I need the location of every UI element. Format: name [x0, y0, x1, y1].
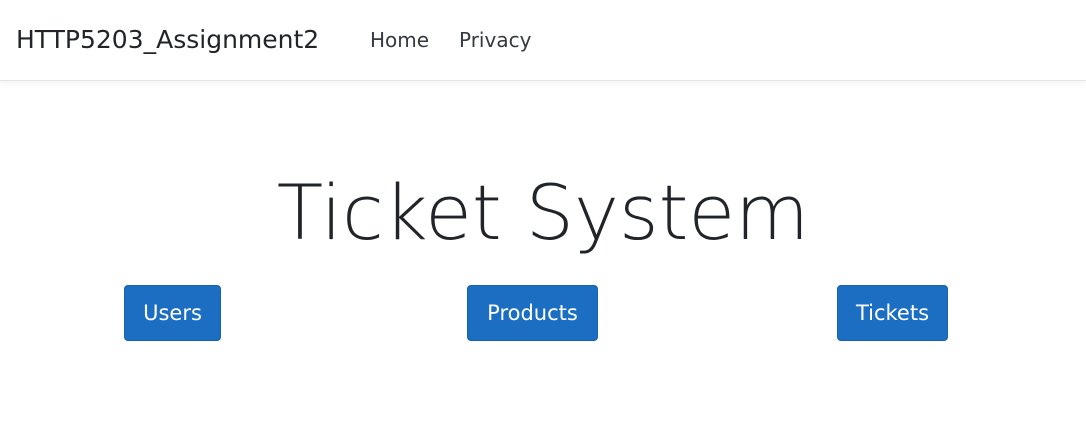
page-title: Ticket System — [276, 167, 810, 257]
nav-privacy-link[interactable]: Privacy — [459, 26, 531, 54]
brand-link[interactable]: HTTP5203_Assignment2 — [16, 22, 319, 58]
tickets-button[interactable]: Tickets — [837, 285, 948, 341]
navbar: HTTP5203_Assignment2 Home Privacy — [0, 0, 1086, 81]
nav-home-link[interactable]: Home — [370, 26, 429, 54]
products-button[interactable]: Products — [467, 285, 598, 341]
users-button[interactable]: Users — [124, 285, 221, 341]
